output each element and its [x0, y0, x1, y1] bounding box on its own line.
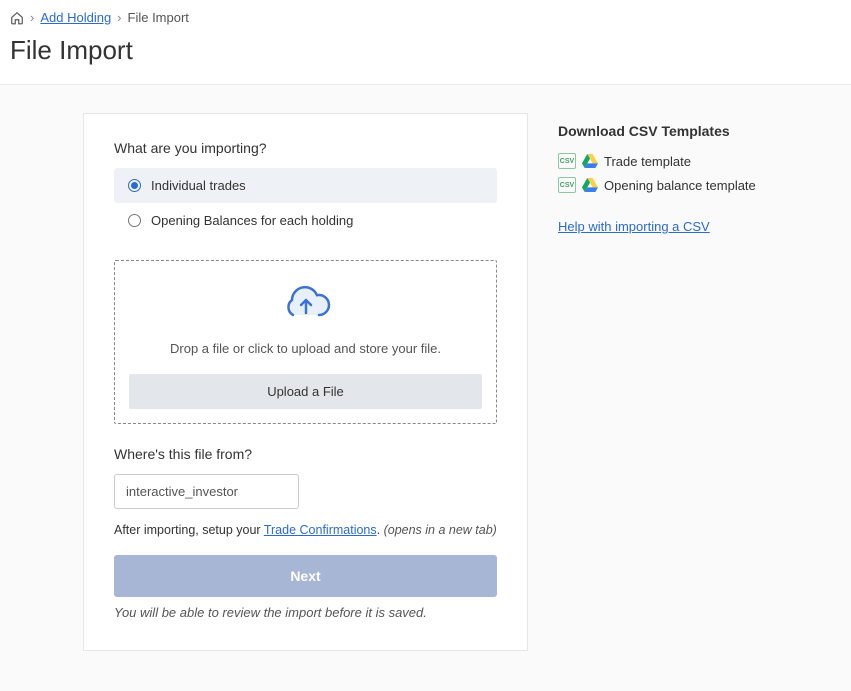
upload-cloud-icon — [281, 283, 331, 323]
csv-icon: CSV — [558, 153, 576, 169]
radio-label: Opening Balances for each holding — [151, 213, 353, 228]
source-label: Where's this file from? — [114, 446, 497, 462]
radio-label: Individual trades — [151, 178, 246, 193]
templates-sidebar: Download CSV Templates CSV Trade templat… — [558, 113, 768, 651]
radio-opening-balances[interactable]: Opening Balances for each holding — [114, 203, 497, 238]
template-opening-balance[interactable]: CSV Opening balance template — [558, 177, 768, 193]
breadcrumb: › Add Holding › File Import — [10, 10, 841, 25]
home-icon — [10, 11, 24, 25]
gdrive-icon — [582, 178, 598, 192]
radio-icon — [128, 214, 141, 227]
template-label: Opening balance template — [604, 178, 756, 193]
breadcrumb-home[interactable] — [10, 11, 24, 25]
page-title: File Import — [10, 35, 841, 66]
chevron-right-icon: › — [30, 10, 34, 25]
help-csv-link[interactable]: Help with importing a CSV — [558, 219, 710, 234]
gdrive-icon — [582, 154, 598, 168]
breadcrumb-current: File Import — [128, 10, 189, 25]
breadcrumb-add-holding[interactable]: Add Holding — [40, 10, 111, 25]
import-card: What are you importing? Individual trade… — [83, 113, 528, 651]
hint-line: After importing, setup your Trade Confir… — [114, 523, 497, 537]
sidebar-title: Download CSV Templates — [558, 123, 768, 139]
radio-individual-trades[interactable]: Individual trades — [114, 168, 497, 203]
source-input[interactable] — [114, 474, 299, 509]
import-type-group: Individual trades Opening Balances for e… — [114, 168, 497, 238]
chevron-right-icon: › — [117, 10, 121, 25]
csv-icon: CSV — [558, 177, 576, 193]
trade-confirmations-link[interactable]: Trade Confirmations — [264, 523, 377, 537]
file-dropzone[interactable]: Drop a file or click to upload and store… — [114, 260, 497, 424]
template-label: Trade template — [604, 154, 691, 169]
dropzone-text: Drop a file or click to upload and store… — [129, 341, 482, 356]
radio-icon — [128, 179, 141, 192]
next-button[interactable]: Next — [114, 555, 497, 597]
review-note: You will be able to review the import be… — [114, 605, 497, 620]
import-question: What are you importing? — [114, 140, 497, 156]
template-trade[interactable]: CSV Trade template — [558, 153, 768, 169]
upload-file-button[interactable]: Upload a File — [129, 374, 482, 409]
